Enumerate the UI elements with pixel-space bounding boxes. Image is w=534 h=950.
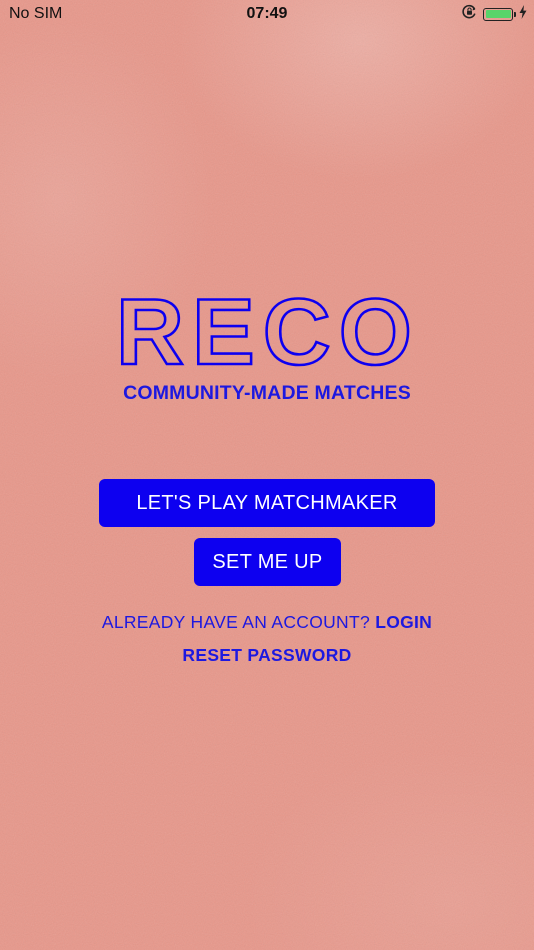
play-matchmaker-label: LET'S PLAY MATCHMAKER xyxy=(136,491,398,514)
login-link[interactable]: LOGIN xyxy=(375,612,432,632)
textured-background xyxy=(0,0,534,950)
reset-password-link[interactable]: RESET PASSWORD xyxy=(0,645,534,666)
battery-level-fill xyxy=(485,10,511,18)
reco-logo: RECO xyxy=(112,278,424,386)
battery-nub xyxy=(513,11,516,17)
login-prompt: ALREADY HAVE AN ACCOUNT? LOGIN xyxy=(0,612,534,633)
orientation-lock-icon xyxy=(462,4,477,24)
charging-bolt-icon xyxy=(519,4,527,24)
battery-icon xyxy=(483,7,516,21)
set-me-up-button[interactable]: SET ME UP xyxy=(194,538,341,586)
account-prompt-text: ALREADY HAVE AN ACCOUNT? xyxy=(101,612,371,632)
status-indicators xyxy=(462,4,527,24)
play-matchmaker-button[interactable]: LET'S PLAY MATCHMAKER xyxy=(99,479,435,527)
status-time: 07:49 xyxy=(246,5,288,22)
status-bar: No SIM 07:49 xyxy=(0,0,534,28)
set-me-up-label: SET ME UP xyxy=(212,550,323,573)
logo-tagline: COMMUNITY-MADE MATCHES xyxy=(123,382,411,404)
logo-wordmark: RECO xyxy=(116,294,420,370)
